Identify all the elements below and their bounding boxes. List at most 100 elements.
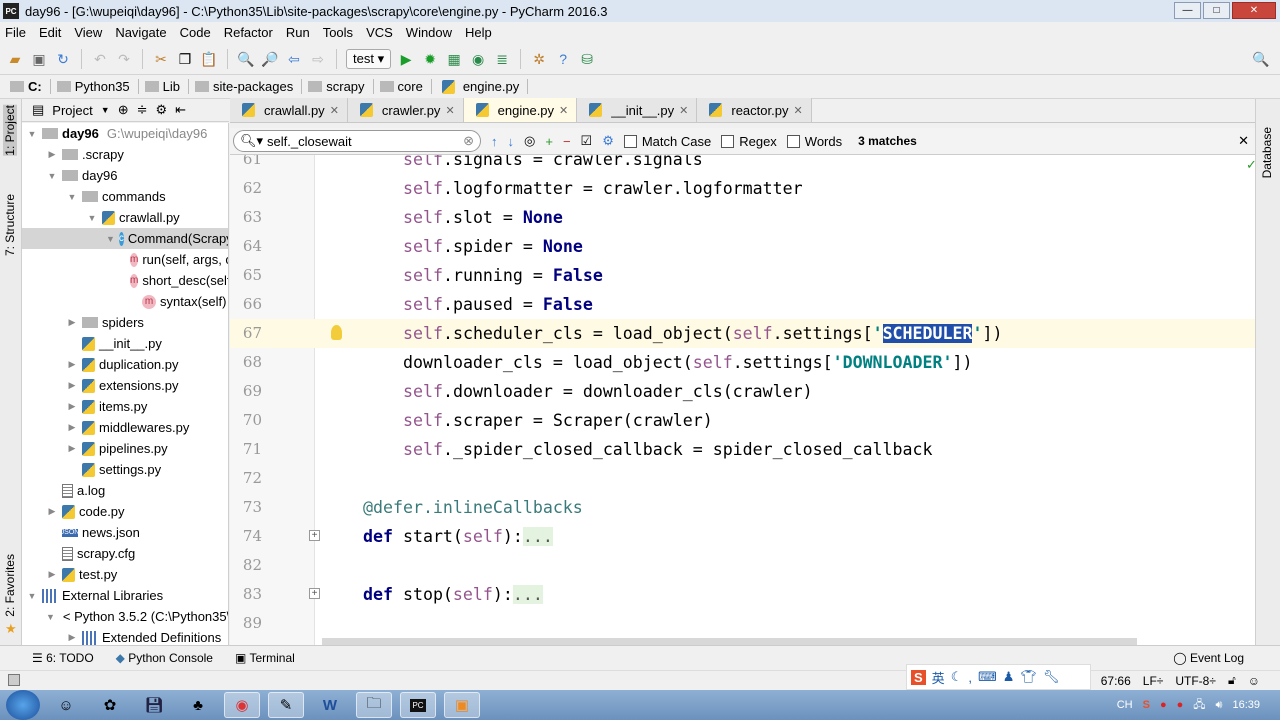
- clock[interactable]: 16:39: [1232, 699, 1260, 711]
- punct-icon[interactable]: ,: [968, 670, 972, 685]
- collapsed-arrow-icon[interactable]: ▶: [66, 380, 78, 391]
- sogou-tray-icon[interactable]: S: [1143, 699, 1150, 711]
- sogou-icon[interactable]: S: [911, 669, 926, 685]
- tab-init-py[interactable]: __init__.py ✕: [577, 98, 698, 122]
- close-tab-icon[interactable]: ✕: [679, 104, 688, 117]
- taskbar-word-icon[interactable]: W: [312, 692, 348, 718]
- concurrency-icon[interactable]: ≣: [493, 50, 511, 68]
- cut-icon[interactable]: ✂: [152, 50, 170, 68]
- replace-icon[interactable]: 🔎: [261, 50, 279, 68]
- collapse-all-icon[interactable]: ≑: [137, 102, 148, 118]
- taskbar-app-icon[interactable]: ☺: [48, 692, 84, 718]
- help-icon[interactable]: ?: [554, 50, 572, 68]
- debug-icon[interactable]: ✹: [421, 50, 439, 68]
- favorites-tool-button[interactable]: 2: Favorites: [3, 554, 17, 617]
- collapsed-arrow-icon[interactable]: ▶: [66, 401, 78, 412]
- expanded-arrow-icon[interactable]: ▼: [66, 192, 78, 202]
- code-editor[interactable]: 61 self.signals = crawler.signals 62 self.l…: [230, 155, 1255, 645]
- close-tab-icon[interactable]: ✕: [793, 104, 802, 117]
- todo-tool-button[interactable]: ☰ 6: TODO: [32, 651, 94, 665]
- start-button[interactable]: [6, 690, 40, 720]
- expanded-arrow-icon[interactable]: ▼: [46, 612, 55, 622]
- fold-expand-icon[interactable]: +: [309, 588, 320, 599]
- menu-view[interactable]: View: [74, 25, 102, 40]
- scroll-from-source-icon[interactable]: ⊕: [118, 102, 129, 118]
- horizontal-scrollbar[interactable]: [322, 638, 1137, 645]
- copy-icon[interactable]: ❐: [176, 50, 194, 68]
- breadcrumb-item[interactable]: engine.py: [438, 79, 529, 94]
- tree-item[interactable]: ▶ pipelines.py: [22, 438, 228, 459]
- volume-icon[interactable]: 🔊︎: [1216, 699, 1223, 712]
- save-icon[interactable]: ▣: [30, 50, 48, 68]
- expanded-arrow-icon[interactable]: ▼: [86, 213, 98, 223]
- close-find-icon[interactable]: ✕: [1238, 133, 1249, 149]
- match-case-checkbox[interactable]: Match Case: [623, 134, 711, 149]
- collapsed-arrow-icon[interactable]: ▶: [66, 359, 78, 370]
- hide-icon[interactable]: ⇤: [175, 102, 186, 118]
- vcs-icon[interactable]: ⛁: [578, 50, 596, 68]
- find-field[interactable]: 🔍︎▾ ⊗: [233, 130, 481, 152]
- back-icon[interactable]: ⇦: [285, 50, 303, 68]
- tree-item[interactable]: ▶ test.py: [22, 564, 228, 585]
- tree-item[interactable]: ▶ duplication.py: [22, 354, 228, 375]
- add-selection-icon[interactable]: +: [545, 134, 553, 149]
- close-tab-icon[interactable]: ✕: [559, 104, 568, 117]
- tree-item[interactable]: ▼cCommand(ScrapyCommand): [22, 228, 228, 249]
- ime-mode[interactable]: 英: [932, 668, 945, 687]
- breadcrumb-item[interactable]: scrapy: [308, 79, 374, 94]
- taskbar-app-icon[interactable]: ✿: [92, 692, 128, 718]
- project-view-select[interactable]: Project: [52, 103, 92, 118]
- collapsed-arrow-icon[interactable]: ▶: [46, 569, 58, 580]
- collapsed-arrow-icon[interactable]: ▶: [66, 317, 78, 328]
- tree-item[interactable]: a.log: [22, 480, 228, 501]
- skin-icon[interactable]: 👕︎: [1020, 669, 1037, 685]
- menu-vcs[interactable]: VCS: [366, 25, 393, 40]
- taskbar-app-icon[interactable]: ▣: [444, 692, 480, 718]
- tab-crawlall-py[interactable]: crawlall.py ✕: [230, 98, 348, 122]
- expanded-arrow-icon[interactable]: ▼: [106, 234, 115, 244]
- undo-icon[interactable]: ↶: [91, 50, 109, 68]
- search-icon[interactable]: 🔍︎▾: [240, 133, 263, 149]
- collapsed-arrow-icon[interactable]: ▶: [66, 632, 78, 643]
- project-tool-button[interactable]: 1: Project: [3, 105, 17, 156]
- find-icon[interactable]: 🔍: [237, 50, 255, 68]
- structure-tool-button[interactable]: 7: Structure: [3, 194, 17, 256]
- run-icon[interactable]: ▶: [397, 50, 415, 68]
- tab-engine-py[interactable]: engine.py ✕: [463, 98, 578, 122]
- menu-file[interactable]: File: [5, 25, 26, 40]
- forward-icon[interactable]: ⇨: [309, 50, 327, 68]
- menu-refactor[interactable]: Refactor: [224, 25, 273, 40]
- taskbar-app-icon[interactable]: ♣: [180, 692, 216, 718]
- tree-item[interactable]: m syntax(self): [22, 291, 228, 312]
- tab-reactor-py[interactable]: reactor.py ✕: [697, 98, 812, 122]
- find-all-icon[interactable]: ◎: [524, 133, 535, 149]
- tree-item[interactable]: settings.py: [22, 459, 228, 480]
- tree-item[interactable]: ▼ < Python 3.5.2 (C:\Python35\python.exe)…: [22, 606, 228, 627]
- fold-expand-icon[interactable]: +: [309, 530, 320, 541]
- redo-icon[interactable]: ↷: [115, 50, 133, 68]
- caret-position[interactable]: 67:66: [1101, 674, 1131, 688]
- expanded-arrow-icon[interactable]: ▼: [26, 129, 38, 139]
- close-button[interactable]: ✕: [1232, 2, 1276, 19]
- open-icon[interactable]: ▰: [6, 50, 24, 68]
- tree-item[interactable]: ▼ day96 G:\wupeiqi\day96: [22, 123, 228, 144]
- paste-icon[interactable]: 📋: [200, 50, 218, 68]
- words-checkbox[interactable]: Words: [786, 134, 842, 149]
- taskbar-notepad-icon[interactable]: ✎: [268, 692, 304, 718]
- tree-item[interactable]: ▶ .scrapy: [22, 144, 228, 165]
- line-separator[interactable]: LF÷: [1143, 674, 1164, 688]
- tree-item[interactable]: scrapy.cfg: [22, 543, 228, 564]
- dropdown-icon[interactable]: ▼: [101, 105, 110, 115]
- collapsed-arrow-icon[interactable]: ▶: [66, 443, 78, 454]
- clear-icon[interactable]: ⊗: [463, 133, 474, 149]
- gear-icon[interactable]: ⚙: [156, 102, 168, 118]
- tree-item[interactable]: ▶ Extended Definitions: [22, 627, 228, 645]
- taskbar-chrome-icon[interactable]: ◉: [224, 692, 260, 718]
- language-indicator[interactable]: CH: [1117, 699, 1133, 711]
- expanded-arrow-icon[interactable]: ▼: [26, 591, 38, 601]
- minimize-button[interactable]: —: [1174, 2, 1201, 19]
- tray-app-icon[interactable]: ●: [1160, 699, 1167, 711]
- wrench-icon[interactable]: 🔧︎: [1043, 669, 1060, 685]
- menu-navigate[interactable]: Navigate: [115, 25, 166, 40]
- tree-item[interactable]: ▼ day96: [22, 165, 228, 186]
